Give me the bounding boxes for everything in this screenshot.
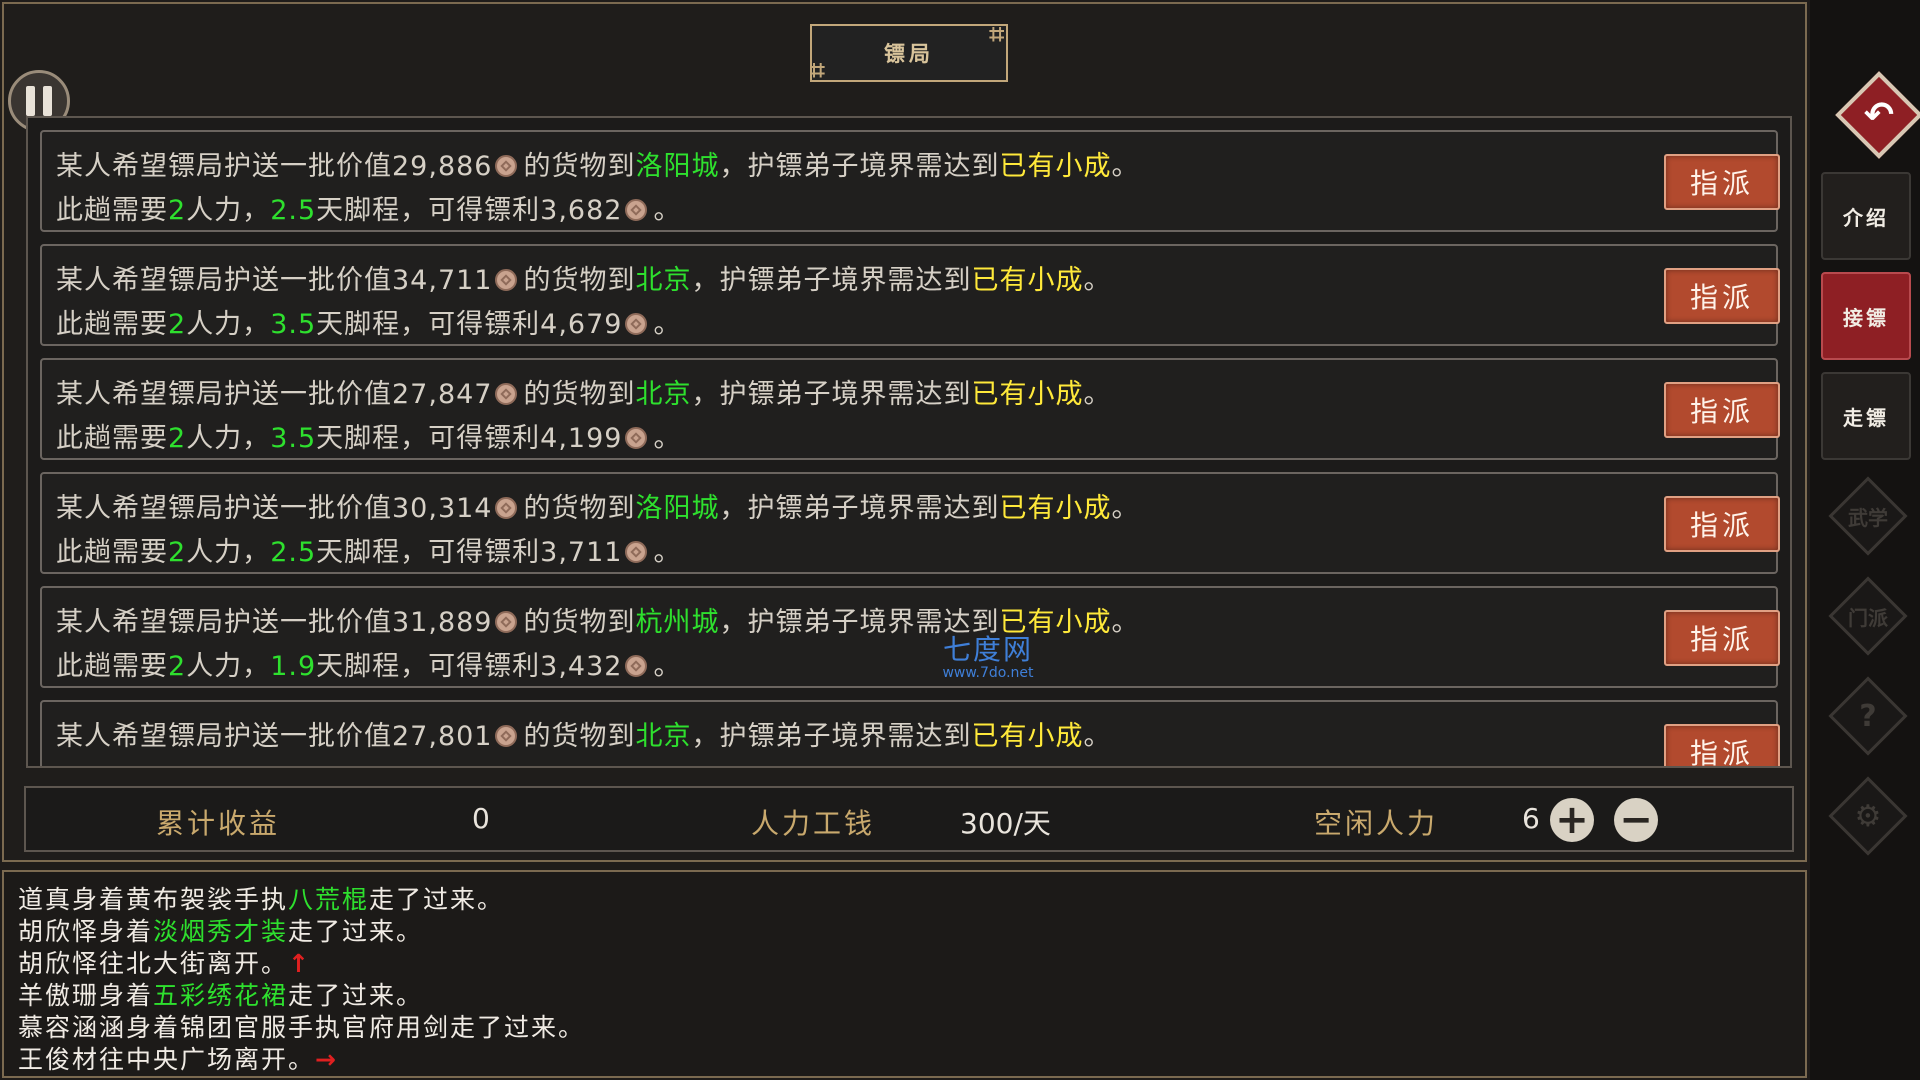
- travel-days: 2.5: [270, 537, 317, 568]
- sidebar: ↶ 介绍 接镖 走镖 武学 门派 ? ⚙: [1810, 0, 1920, 1080]
- item-name: 淡烟秀才装: [153, 917, 289, 946]
- travel-days: 3.5: [270, 423, 317, 454]
- job-card: 某人希望镖局护送一批价值27,801 的货物到北京，护镖弟子境界需达到已有小成。 …: [40, 700, 1780, 766]
- plus-icon: +: [1555, 797, 1589, 843]
- job-card: 某人希望镖局护送一批价值30,314 的货物到洛阳城，护镖弟子境界需达到已有小成。…: [40, 472, 1780, 574]
- pause-icon: [26, 86, 35, 116]
- event-log: 道真身着黄布袈裟手执八荒棍走了过来。 胡欣怿身着淡烟秀才装走了过来。 胡欣怿往北…: [2, 870, 1807, 1078]
- assign-button[interactable]: 指派: [1664, 496, 1780, 552]
- log-line: 王俊材往中央广场离开。→: [18, 1045, 338, 1074]
- arrow-right-icon: →: [315, 1045, 338, 1074]
- knot-ornament-icon: ⌗: [810, 56, 829, 86]
- required-rank: 已有小成: [971, 721, 1084, 752]
- decrease-manpower-button[interactable]: −: [1614, 798, 1658, 842]
- job-description: 某人希望镖局护送一批价值27,801 的货物到北京，护镖弟子境界需达到已有小成。: [56, 721, 1112, 752]
- minus-icon: −: [1619, 797, 1653, 843]
- stats-bar: 累计收益 0 人力工钱 300/天 空闲人力 6 + −: [24, 786, 1794, 852]
- income-value: 0: [472, 802, 490, 835]
- tab-run-escort[interactable]: 走镖: [1821, 372, 1911, 460]
- manpower-count: 2: [168, 309, 187, 340]
- log-line: 道真身着黄布袈裟手执八荒棍走了过来。: [18, 885, 505, 914]
- job-description: 某人希望镖局护送一批价值30,314 的货物到洛阳城，护镖弟子境界需达到已有小成。: [56, 493, 1140, 524]
- back-button[interactable]: ↶: [1835, 71, 1920, 159]
- destination-city: 洛阳城: [635, 151, 720, 182]
- coin-icon: [625, 654, 648, 677]
- wage-label: 人力工钱: [751, 807, 876, 840]
- martial-arts-icon: 武学: [1848, 505, 1888, 530]
- manpower-count: 2: [168, 537, 187, 568]
- coin-icon: [495, 610, 518, 633]
- destination-city: 北京: [635, 379, 692, 410]
- job-requirements: 此趟需要2人力，1.9天脚程，可得镖利3,432。: [56, 651, 682, 682]
- job-card: 某人希望镖局护送一批价值31,889 的货物到杭州城，护镖弟子境界需达到已有小成。…: [40, 586, 1780, 688]
- coin-icon: [625, 426, 648, 449]
- destination-city: 杭州城: [635, 607, 720, 638]
- job-card: 某人希望镖局护送一批价值27,847 的货物到北京，护镖弟子境界需达到已有小成。 …: [40, 358, 1780, 460]
- arrow-up-icon: ↑: [288, 949, 311, 978]
- manpower-count: 2: [168, 651, 187, 682]
- job-requirements: 此趟需要2人力，3.5天脚程，可得镖利4,679。: [56, 309, 682, 340]
- tab-intro[interactable]: 介绍: [1821, 172, 1911, 260]
- coin-icon: [625, 540, 648, 563]
- assign-button[interactable]: 指派: [1664, 610, 1780, 666]
- knot-ornament-icon: ⌗: [989, 20, 1008, 50]
- escort-bureau-panel: ⌗ 镖局 ⌗ 某人希望镖局护送一批价值29,886 的货物到洛阳城，护镖弟子境界需…: [2, 2, 1807, 862]
- destination-city: 洛阳城: [635, 493, 720, 524]
- martial-arts-menu-button[interactable]: 武学: [1828, 476, 1908, 556]
- coin-icon: [625, 198, 648, 221]
- assign-button[interactable]: 指派: [1664, 268, 1780, 324]
- sect-menu-button[interactable]: 门派: [1828, 576, 1908, 656]
- destination-city: 北京: [635, 265, 692, 296]
- required-rank: 已有小成: [999, 151, 1112, 182]
- coin-icon: [625, 312, 648, 335]
- settings-button[interactable]: ⚙: [1828, 776, 1908, 856]
- watermark: 七度网 www.7do.net: [942, 633, 1034, 682]
- job-list[interactable]: 某人希望镖局护送一批价值29,886 的货物到洛阳城，护镖弟子境界需达到已有小成。…: [26, 116, 1792, 768]
- item-name: 八荒棍: [288, 885, 370, 914]
- coin-icon: [495, 496, 518, 519]
- job-description: 某人希望镖局护送一批价值27,847 的货物到北京，护镖弟子境界需达到已有小成。: [56, 379, 1112, 410]
- sect-icon: 门派: [1848, 605, 1888, 630]
- increase-manpower-button[interactable]: +: [1550, 798, 1594, 842]
- job-description: 某人希望镖局护送一批价值34,711 的货物到北京，护镖弟子境界需达到已有小成。: [56, 265, 1112, 296]
- log-line: 羊傲珊身着五彩绣花裙走了过来。: [18, 981, 424, 1010]
- tab-accept-escort[interactable]: 接镖: [1821, 272, 1911, 360]
- page-title: ⌗ 镖局 ⌗: [810, 20, 1008, 86]
- question-icon: ?: [1859, 698, 1877, 734]
- coin-icon: [495, 154, 518, 177]
- manpower-count: 2: [168, 423, 187, 454]
- help-button[interactable]: ?: [1828, 676, 1908, 756]
- coin-icon: [495, 268, 518, 291]
- item-name: 五彩绣花裙: [153, 981, 289, 1010]
- job-requirements: 此趟需要2人力，2.5天脚程，可得镖利3,682。: [56, 195, 682, 226]
- coin-icon: [495, 382, 518, 405]
- required-rank: 已有小成: [971, 379, 1084, 410]
- assign-button[interactable]: 指派: [1664, 382, 1780, 438]
- assign-button[interactable]: 指派: [1664, 154, 1780, 210]
- job-requirements: 此趟需要2人力，3.5天脚程，可得镖利4,199。: [56, 423, 682, 454]
- return-arrow-icon: ↶: [1863, 94, 1895, 136]
- destination-city: 北京: [635, 721, 692, 752]
- idle-manpower-value: 6: [1522, 802, 1540, 835]
- travel-days: 1.9: [270, 651, 317, 682]
- job-card: 某人希望镖局护送一批价值34,711 的货物到北京，护镖弟子境界需达到已有小成。 …: [40, 244, 1780, 346]
- job-card: 某人希望镖局护送一批价值29,886 的货物到洛阳城，护镖弟子境界需达到已有小成。…: [40, 130, 1780, 232]
- wage-value: 300/天: [960, 807, 1051, 840]
- coin-icon: [495, 724, 518, 747]
- log-line: 胡欣怿往北大街离开。↑: [18, 949, 311, 978]
- page-title-text: 镖局: [884, 42, 934, 66]
- job-requirements: 此趟需要2人力，2.5天脚程，可得镖利3,711。: [56, 537, 682, 568]
- travel-days: 3.5: [270, 309, 317, 340]
- assign-button[interactable]: 指派: [1664, 724, 1780, 766]
- manpower-count: 2: [168, 195, 187, 226]
- log-line: 胡欣怿身着淡烟秀才装走了过来。: [18, 917, 424, 946]
- job-description: 某人希望镖局护送一批价值29,886 的货物到洛阳城，护镖弟子境界需达到已有小成。: [56, 151, 1140, 182]
- income-label: 累计收益: [156, 807, 281, 840]
- travel-days: 2.5: [270, 195, 317, 226]
- gear-icon: ⚙: [1854, 798, 1882, 834]
- idle-manpower-label: 空闲人力: [1314, 807, 1439, 840]
- required-rank: 已有小成: [971, 265, 1084, 296]
- required-rank: 已有小成: [999, 493, 1112, 524]
- log-line: 慕容涵涵身着锦团官服手执官府用剑走了过来。: [18, 1013, 586, 1042]
